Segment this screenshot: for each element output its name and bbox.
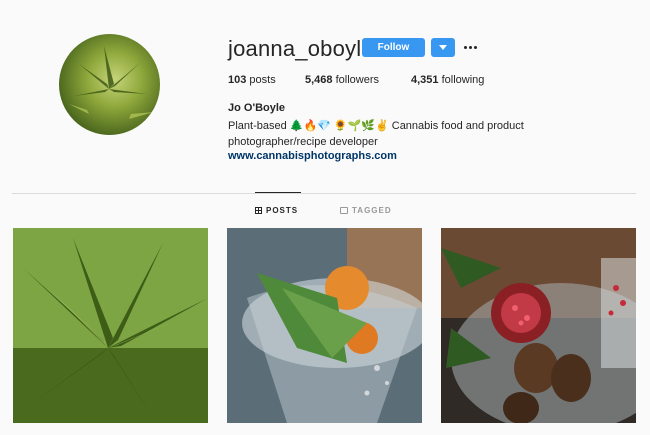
tab-posts[interactable]: POSTS bbox=[255, 206, 298, 215]
bio-line-1: Plant-based 🌲🔥💎 🌻🌱🌿✌️ Cannabis food and … bbox=[228, 120, 524, 132]
follow-button[interactable]: Follow bbox=[362, 38, 425, 57]
post-thumbnail[interactable] bbox=[441, 228, 636, 423]
posts-stat: 103 posts bbox=[228, 74, 276, 86]
tag-icon bbox=[340, 207, 348, 214]
followers-label: followers bbox=[335, 74, 379, 86]
posts-count: 103 bbox=[228, 74, 247, 86]
profile-avatar[interactable] bbox=[59, 34, 160, 135]
following-count: 4,351 bbox=[411, 74, 439, 86]
followers-count: 5,468 bbox=[305, 74, 333, 86]
chevron-down-icon bbox=[439, 45, 447, 50]
profile-full-name: Jo O'Boyle bbox=[228, 102, 286, 114]
bio-line-2: photographer/recipe developer bbox=[228, 136, 378, 148]
following-label: following bbox=[441, 74, 485, 86]
profile-bio: Plant-based 🌲🔥💎 🌻🌱🌿✌️ Cannabis food and … bbox=[228, 118, 558, 150]
posts-label: posts bbox=[249, 74, 276, 86]
grid-icon bbox=[255, 207, 262, 214]
followers-stat[interactable]: 5,468 followers bbox=[305, 74, 379, 86]
profile-username: joanna_oboyle bbox=[228, 36, 374, 61]
post-thumbnail[interactable] bbox=[13, 228, 208, 423]
profile-website-link[interactable]: www.cannabisphotographs.com bbox=[228, 150, 397, 162]
suggestions-dropdown-button[interactable] bbox=[431, 38, 455, 57]
following-stat[interactable]: 4,351 following bbox=[411, 74, 484, 86]
more-options-button[interactable] bbox=[461, 38, 479, 57]
post-thumbnail[interactable] bbox=[227, 228, 422, 423]
active-tab-indicator bbox=[255, 192, 301, 193]
tab-posts-label: POSTS bbox=[266, 206, 299, 215]
tab-tagged[interactable]: TAGGED bbox=[340, 206, 392, 215]
tab-tagged-label: TAGGED bbox=[352, 206, 392, 215]
tabs-divider bbox=[12, 193, 636, 194]
more-options-icon bbox=[463, 46, 467, 49]
